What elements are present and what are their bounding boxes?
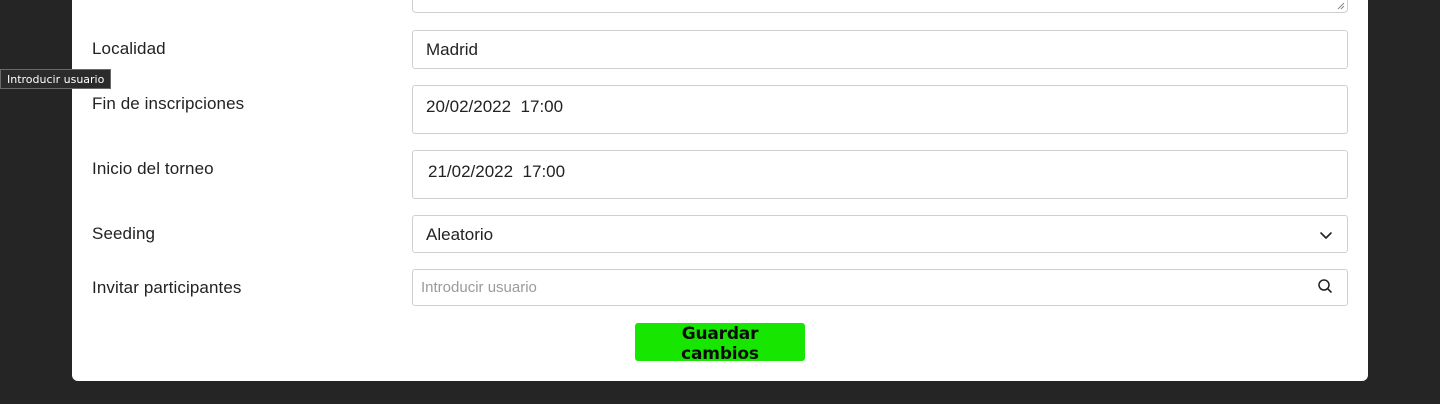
locality-label: Localidad	[92, 39, 166, 58]
seeding-select[interactable]: Aleatorio	[412, 215, 1348, 253]
tournament-start-label: Inicio del torneo	[92, 159, 214, 178]
registration-end-label: Fin de inscripciones	[92, 94, 245, 113]
seeding-label: Seeding	[92, 224, 156, 243]
tournament-start-value: 21/02/2022 17:00	[428, 162, 566, 181]
save-changes-button[interactable]: Guardar cambios	[635, 323, 805, 364]
registration-end-input[interactable]: 20/02/2022 17:00	[412, 85, 1348, 134]
invite-search-field[interactable]: Introducir usuario	[412, 269, 1348, 306]
invite-search-placeholder[interactable]: Introducir usuario	[421, 279, 537, 296]
locality-value: Madrid	[426, 40, 478, 59]
resize-grip-icon[interactable]	[1337, 2, 1345, 10]
invite-label: Invitar participantes	[92, 278, 242, 297]
chevron-down-icon	[1320, 232, 1332, 239]
description-textarea[interactable]	[412, 0, 1348, 13]
registration-end-value: 20/02/2022 17:00	[426, 97, 564, 116]
tournament-start-input[interactable]: 21/02/2022 17:00	[412, 150, 1348, 199]
locality-input[interactable]: Madrid	[412, 30, 1348, 69]
search-icon[interactable]	[1317, 278, 1333, 294]
seeding-value: Aleatorio	[426, 225, 494, 244]
tooltip: Introducir usuario	[0, 69, 112, 89]
